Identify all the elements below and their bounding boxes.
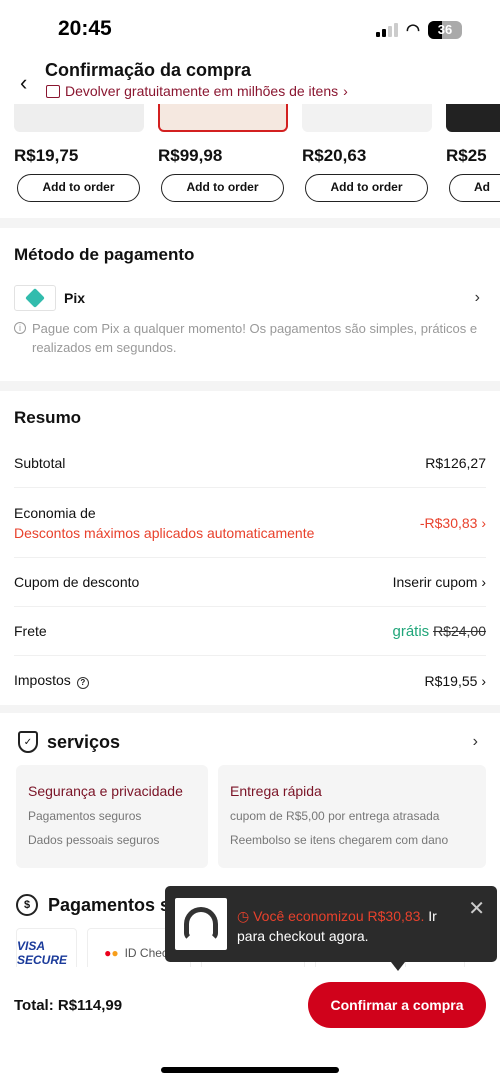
confirm-purchase-button[interactable]: Confirmar a compra [308, 982, 486, 1028]
services-header[interactable]: ✓ serviços › [0, 713, 500, 753]
services-section: ✓ serviços › Segurança e privacidade Pag… [0, 713, 500, 868]
chevron-right-icon: › [481, 672, 486, 689]
product-card[interactable]: R$20,63 Add to order [302, 104, 432, 202]
add-to-order-button[interactable]: Add to order [305, 174, 428, 202]
signal-icon [376, 23, 399, 37]
divider [0, 705, 500, 713]
divider [0, 381, 500, 391]
info-icon: i [14, 322, 26, 334]
product-price: R$20,63 [302, 146, 367, 165]
product-price: R$25 [446, 146, 487, 165]
chevron-right-icon: › [343, 83, 348, 99]
clock-icon: ◷ [237, 908, 250, 924]
section-title: Resumo [14, 408, 82, 427]
product-price: R$99,98 [158, 146, 223, 165]
clock: 20:45 [58, 17, 112, 40]
add-to-order-button[interactable]: Ad [449, 174, 500, 202]
wifi-icon: ◠ [406, 22, 420, 39]
order-total: Total: R$114,99 [14, 997, 123, 1014]
close-icon[interactable]: ✕ [468, 896, 485, 921]
headphones-thumbnail [175, 898, 227, 950]
product-card[interactable]: R$19,75 Add to order [14, 104, 144, 202]
chevron-right-icon: › [481, 514, 486, 531]
product-card[interactable]: R$99,98 Add to order [158, 104, 288, 202]
return-icon [46, 84, 60, 98]
service-card: Segurança e privacidade Pagamentos segur… [16, 765, 208, 868]
service-card: Entrega rápida cupom de R$5,00 por entre… [218, 765, 486, 868]
product-image [302, 104, 432, 132]
battery-icon: 36 [428, 21, 462, 39]
chevron-right-icon: › [474, 289, 480, 306]
add-to-order-button[interactable]: Add to order [17, 174, 140, 202]
help-icon[interactable]: ? [76, 677, 89, 689]
free-return-link[interactable]: Devolver gratuitamente em milhões de ite… [46, 83, 348, 99]
secure-payment-icon: $ [16, 894, 38, 916]
chevron-right-icon: › [472, 733, 478, 750]
summary-section: Resumo Subtotal R$126,27 Economia de Des… [0, 391, 500, 705]
page-title: Confirmação da compra [45, 60, 252, 80]
add-to-order-button[interactable]: Add to order [161, 174, 284, 202]
subtotal-row: Subtotal R$126,27 [14, 438, 486, 488]
bottom-bar: Total: R$114,99 Confirmar a compra [0, 967, 500, 1082]
pix-icon [14, 285, 56, 311]
product-price: R$19,75 [14, 146, 79, 165]
section-title: Método de pagamento [14, 245, 195, 264]
status-bar: 20:45 ◠ 36 [0, 0, 500, 60]
product-image [446, 104, 500, 132]
chevron-right-icon: › [481, 574, 486, 590]
home-indicator[interactable] [161, 1067, 339, 1073]
shipping-row: Frete grátis R$24,00 [14, 607, 486, 656]
payment-method-section: Método de pagamento Pix › i Pague com Pi… [0, 228, 500, 381]
savings-toast[interactable]: ◷ Você economizou R$30,83. Ir para check… [165, 886, 497, 971]
tax-row[interactable]: Impostos? R$19,55 › [14, 656, 486, 705]
coupon-row[interactable]: Cupom de desconto Inserir cupom › [14, 558, 486, 607]
back-button[interactable]: ‹ [20, 70, 27, 96]
product-image [14, 104, 144, 132]
product-carousel[interactable]: R$19,75 Add to order R$99,98 Add to orde… [0, 104, 500, 214]
shield-check-icon: ✓ [18, 731, 38, 753]
divider [0, 218, 500, 228]
payment-method-selector[interactable]: Pix › [14, 285, 486, 311]
product-image [158, 104, 288, 132]
payment-method-label: Pix [64, 290, 86, 306]
payment-info: i Pague com Pix a qualquer momento! Os p… [14, 319, 486, 381]
header: ‹ Confirmação da compra Devolver gratuit… [0, 60, 500, 104]
product-card[interactable]: R$25 Ad [446, 104, 500, 202]
savings-row[interactable]: Economia de Descontos máximos aplicados … [14, 488, 486, 558]
